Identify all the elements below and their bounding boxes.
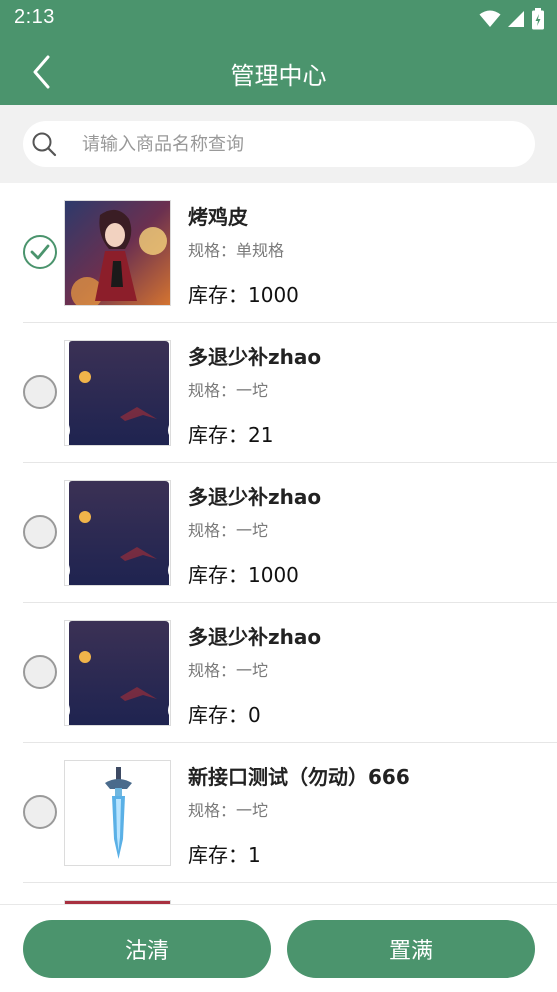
product-spec: 规格：单规格 <box>188 241 285 260</box>
list-item[interactable] <box>23 883 557 904</box>
night-sky-moon-image <box>64 620 171 726</box>
product-list: 烤鸡皮 规格：单规格 库存：1000 多退少补zhao 规格：一坨 库存：21 <box>0 183 557 904</box>
status-bar: 2:13 <box>0 0 557 38</box>
select-radio[interactable] <box>23 375 57 409</box>
anime-character-image <box>64 200 171 306</box>
search-box[interactable] <box>23 121 535 167</box>
product-spec: 规格：一坨 <box>188 661 269 680</box>
night-sky-moon-image <box>64 480 171 586</box>
select-radio[interactable] <box>23 795 57 829</box>
product-stock: 库存：1000 <box>188 283 299 307</box>
product-name: 多退少补zhao <box>188 345 322 369</box>
product-spec: 规格：一坨 <box>188 381 269 400</box>
list-item[interactable]: 多退少补zhao 规格：一坨 库存：0 <box>23 603 557 743</box>
page-title: 管理中心 <box>230 62 327 90</box>
search-icon <box>31 131 57 157</box>
select-radio[interactable] <box>23 655 57 689</box>
signal-icon <box>508 11 524 27</box>
product-stock: 库存：1 <box>188 843 261 867</box>
product-name: 多退少补zhao <box>188 625 322 649</box>
fill-stock-button[interactable]: 置满 <box>287 920 535 978</box>
list-item[interactable]: 烤鸡皮 规格：单规格 库存：1000 <box>23 183 557 323</box>
product-name: 多退少补zhao <box>188 485 322 509</box>
list-item[interactable]: 多退少补zhao 规格：一坨 库存：1000 <box>23 463 557 603</box>
status-icons <box>479 7 545 31</box>
product-stock: 库存：1000 <box>188 563 299 587</box>
wifi-icon <box>479 10 501 27</box>
bottom-action-bar: 沽清 置满 <box>0 904 557 992</box>
product-stock: 库存：0 <box>188 703 261 727</box>
product-spec: 规格：一坨 <box>188 521 269 540</box>
list-item[interactable]: 多退少补zhao 规格：一坨 库存：21 <box>23 323 557 463</box>
product-name: 烤鸡皮 <box>188 205 248 229</box>
app-bar: 管理中心 <box>0 38 557 105</box>
search-section <box>0 105 557 183</box>
product-stock: 库存：21 <box>188 423 274 447</box>
sword-image <box>64 760 171 866</box>
battery-icon <box>532 8 544 30</box>
product-name: 新接口测试（勿动）666 <box>188 765 410 789</box>
status-time: 2:13 <box>14 6 55 28</box>
select-radio[interactable] <box>23 235 57 269</box>
search-input[interactable] <box>82 129 502 159</box>
clear-stock-button[interactable]: 沽清 <box>23 920 271 978</box>
check-icon <box>30 244 50 260</box>
list-item[interactable]: 新接口测试（勿动）666 规格：一坨 库存：1 <box>23 743 557 883</box>
night-sky-moon-image <box>64 340 171 446</box>
product-spec: 规格：一坨 <box>188 801 269 820</box>
select-radio[interactable] <box>23 515 57 549</box>
